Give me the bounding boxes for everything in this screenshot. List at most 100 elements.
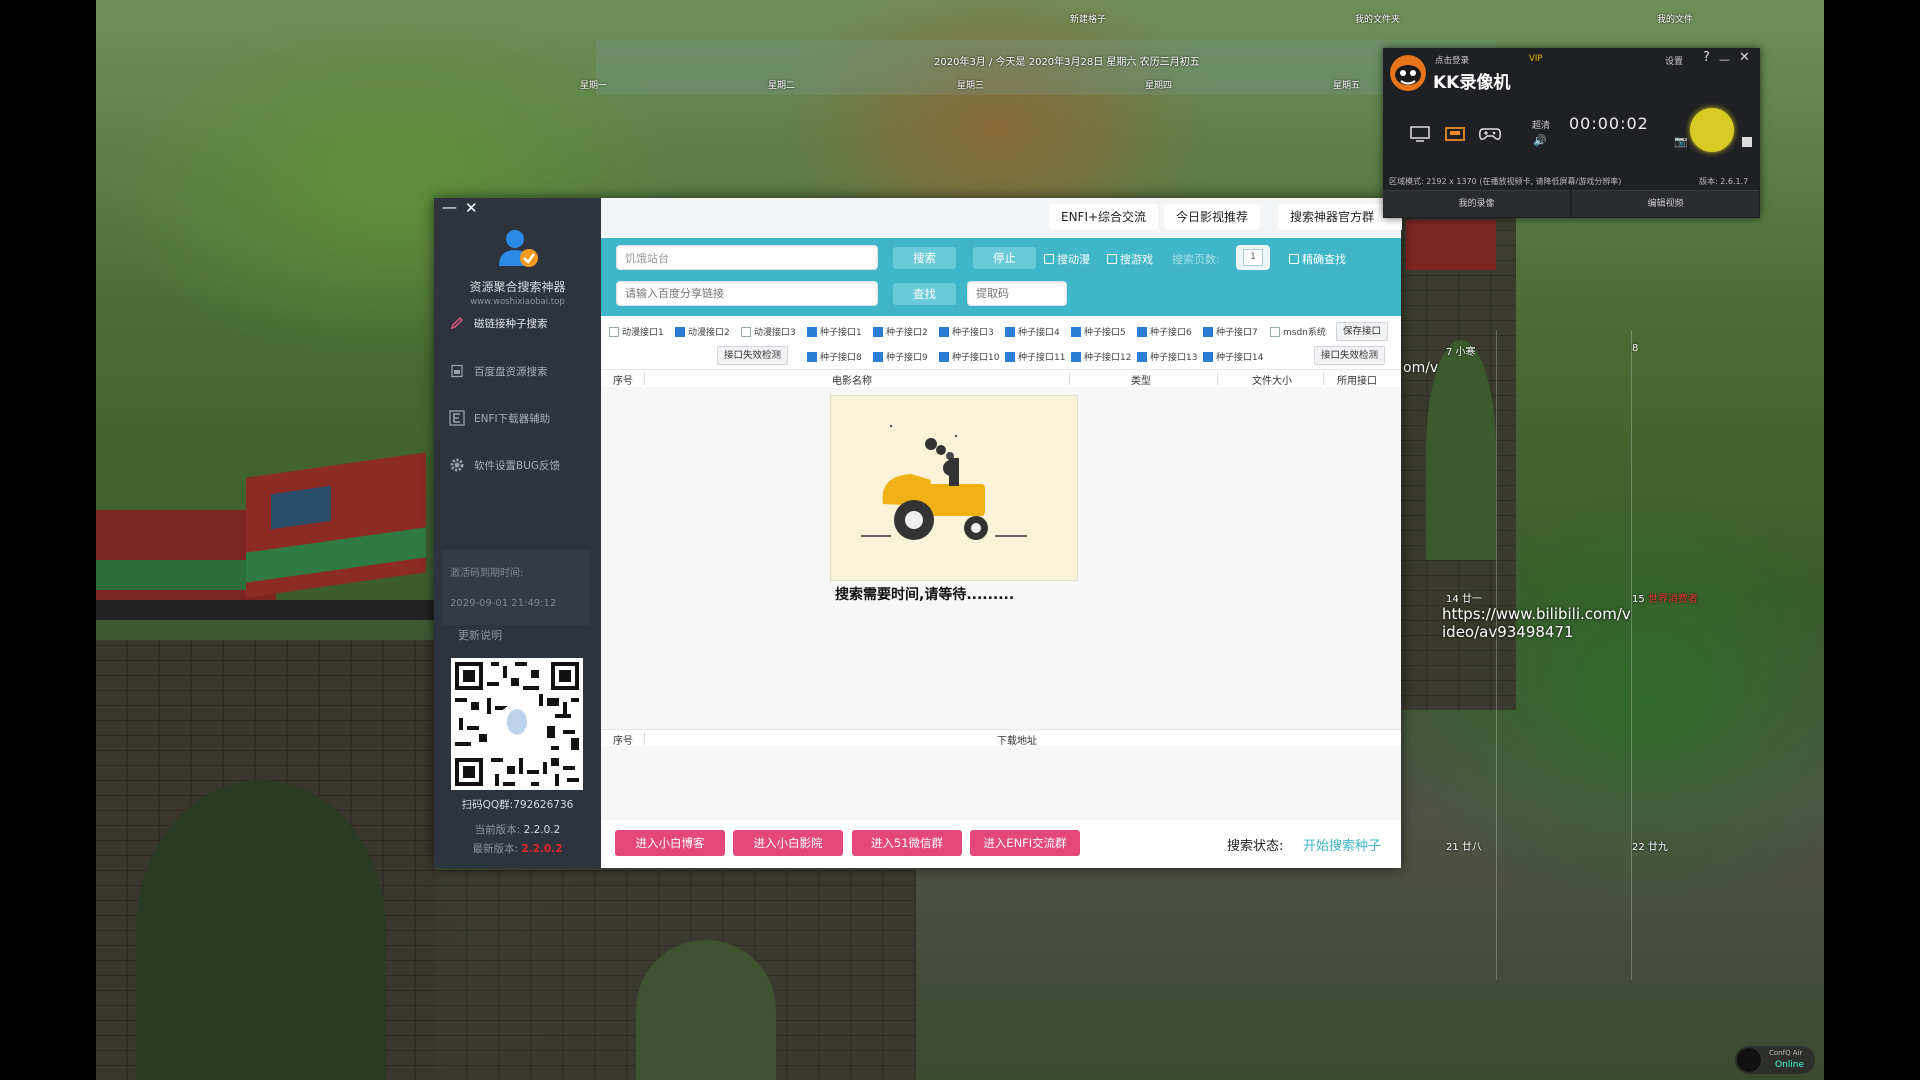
extract-code-input[interactable]	[967, 281, 1067, 306]
pages-input[interactable]: 1	[1236, 245, 1270, 270]
column-header[interactable]: 电影名称	[832, 372, 872, 387]
checkbox-box	[1270, 326, 1280, 337]
tab-enfi-community[interactable]: ENFI+综合交流	[1049, 204, 1159, 230]
column-header[interactable]: 所用接口	[1337, 372, 1377, 387]
bili-link-partial[interactable]: om/v	[1403, 360, 1438, 376]
bilibili-link[interactable]: https://www.bilibili.com/v ideo/av934984…	[1442, 605, 1631, 641]
loading-illustration	[830, 395, 1078, 581]
kk-record-button[interactable]	[1690, 108, 1734, 152]
save-interfaces-button[interactable]: 保存接口	[1336, 322, 1389, 341]
interface-checkbox[interactable]: 种子接口3	[939, 325, 994, 338]
volume-icon[interactable]: 🔊	[1533, 134, 1547, 147]
qq-group-number: 扫码QQ群:792626736	[461, 799, 574, 811]
search-game-checkbox[interactable]: 搜游戏	[1107, 251, 1153, 267]
online-badge[interactable]: ConfQ Air Online	[1735, 1046, 1815, 1074]
kk-login-link[interactable]: 点击登录	[1435, 54, 1469, 66]
checkbox-box	[1107, 254, 1117, 264]
loading-message: 搜索需要时间,请等待.........	[835, 587, 1015, 603]
search-input[interactable]	[616, 245, 878, 270]
train-image	[96, 450, 436, 650]
search-anime-checkbox[interactable]: 搜动漫	[1044, 251, 1090, 267]
kk-vip-badge[interactable]: VIP	[1529, 54, 1542, 64]
column-header[interactable]: 下载地址	[997, 732, 1037, 747]
kk-help-button[interactable]: ?	[1703, 50, 1710, 65]
interface-label: 种子接口10	[952, 353, 1000, 363]
nav-settings-feedback[interactable]: 软件设置BUG反馈	[434, 447, 601, 483]
minimize-button[interactable]: —	[442, 198, 457, 216]
stop-button[interactable]: 停止	[973, 247, 1036, 269]
interface-checkbox[interactable]: 种子接口5	[1071, 325, 1126, 338]
interface-checkbox[interactable]: 种子接口1	[807, 325, 862, 338]
interface-checkbox[interactable]: 种子接口14	[1203, 350, 1263, 363]
kk-screen-mode[interactable]	[1406, 123, 1434, 145]
interface-checkbox[interactable]: 种子接口8	[807, 350, 862, 363]
tab-today-movies[interactable]: 今日影视推荐	[1164, 204, 1261, 230]
search-button[interactable]: 搜索	[893, 247, 956, 269]
nav-baidu-search[interactable]: 百度盘资源搜索	[434, 353, 601, 389]
desktop-label-my-folder[interactable]: 我的文件夹	[1355, 12, 1400, 25]
column-header[interactable]: 序号	[613, 372, 633, 387]
calendar-day: 22 廿九	[1632, 842, 1668, 853]
column-header[interactable]: 类型	[1131, 372, 1151, 387]
interface-check-button-left[interactable]: 接口失效检测	[717, 346, 789, 365]
interface-checkbox[interactable]: msdn系统	[1270, 325, 1326, 338]
calendar-day: 8	[1632, 343, 1639, 354]
kk-close-button[interactable]: ✕	[1739, 50, 1750, 65]
baidu-link-input[interactable]	[616, 281, 878, 306]
interface-label: 动漫接口1	[622, 328, 664, 338]
interface-checkbox[interactable]: 种子接口6	[1137, 325, 1192, 338]
bottom-bar: 进入小白博客 进入小白影院 进入51微信群 进入ENFI交流群 搜索状态: 开始…	[601, 820, 1401, 868]
cinema-button[interactable]: 进入小白影院	[733, 830, 843, 856]
checkbox-box	[1044, 254, 1054, 264]
desktop-label-new-grid[interactable]: 新建格子	[1070, 12, 1106, 25]
column-header[interactable]: 文件大小	[1252, 372, 1292, 387]
blog-button[interactable]: 进入小白博客	[615, 830, 725, 856]
interface-label: 种子接口3	[952, 328, 994, 338]
interface-checkbox[interactable]: 动漫接口1	[609, 325, 664, 338]
wechat-group-button[interactable]: 进入51微信群	[852, 830, 962, 856]
desktop-label-my-files[interactable]: 我的文件	[1657, 12, 1693, 25]
kk-edit-video-tab[interactable]: 编辑视频	[1572, 190, 1759, 217]
resource-search-window: — ✕ 资源聚合搜索神器 www.woshixiaobai.top 磁链接种子搜…	[434, 198, 1402, 868]
camera-icon[interactable]: 📷	[1674, 135, 1688, 148]
close-button[interactable]: ✕	[465, 199, 478, 217]
interface-check-button-right[interactable]: 接口失效检测	[1314, 346, 1386, 365]
enfi-group-button[interactable]: 进入ENFI交流群	[970, 830, 1080, 856]
interface-checkbox[interactable]: 种子接口12	[1071, 350, 1131, 363]
kk-stop-button[interactable]	[1742, 137, 1752, 147]
nav-enfi-helper[interactable]: ENFI下载器辅助	[434, 400, 601, 436]
kk-minimize-button[interactable]: —	[1719, 53, 1730, 66]
weekday-label: 星期二	[768, 81, 796, 91]
find-button[interactable]: 查找	[893, 283, 956, 305]
exact-search-checkbox[interactable]: 精确查找	[1289, 251, 1346, 267]
interface-checkbox[interactable]: 动漫接口3	[741, 325, 796, 338]
interface-label: 种子接口4	[1018, 328, 1060, 338]
download-table-body[interactable]	[601, 746, 1401, 820]
kk-my-recordings-tab[interactable]: 我的录像	[1383, 190, 1570, 217]
current-version-label: 当前版本:	[474, 824, 521, 836]
column-header[interactable]: 序号	[613, 732, 633, 747]
interface-checkbox[interactable]: 种子接口2	[873, 325, 928, 338]
weekday-label: 星期四	[1145, 81, 1173, 91]
interface-checkbox[interactable]: 种子接口13	[1137, 350, 1197, 363]
kk-region-mode[interactable]	[1441, 123, 1469, 145]
region-icon	[1445, 127, 1465, 141]
interface-checkbox[interactable]: 种子接口7	[1203, 325, 1258, 338]
interface-label: 动漫接口2	[688, 328, 730, 338]
kk-quality-selector[interactable]: 超清	[1532, 118, 1550, 131]
kk-recorder-window: 点击登录 VIP KK录像机 设置 ? — ✕ 超清 🔊 00:00:02 📷 …	[1383, 48, 1760, 218]
interface-checkbox[interactable]: 种子接口9	[873, 350, 928, 363]
interface-checkbox[interactable]: 种子接口11	[1005, 350, 1065, 363]
top-tab-bar: ENFI+综合交流 今日影视推荐 搜索神器官方群	[601, 198, 1402, 238]
interface-checkbox[interactable]: 种子接口10	[939, 350, 999, 363]
nav-magnet-search[interactable]: 磁链接种子搜索	[434, 305, 601, 341]
interface-checkbox[interactable]: 种子接口4	[1005, 325, 1060, 338]
bilibili-link-line2: ideo/av93498471	[1442, 623, 1574, 641]
kk-settings-button[interactable]: 设置	[1665, 54, 1683, 67]
expiry-value: 2029-09-01 21:49:12	[450, 598, 557, 609]
update-notes-link[interactable]: 更新说明	[458, 627, 502, 643]
checkbox-box	[1071, 326, 1081, 337]
interface-checkbox[interactable]: 动漫接口2	[675, 325, 730, 338]
kk-game-mode[interactable]	[1476, 123, 1504, 145]
checkbox-box	[741, 326, 751, 337]
